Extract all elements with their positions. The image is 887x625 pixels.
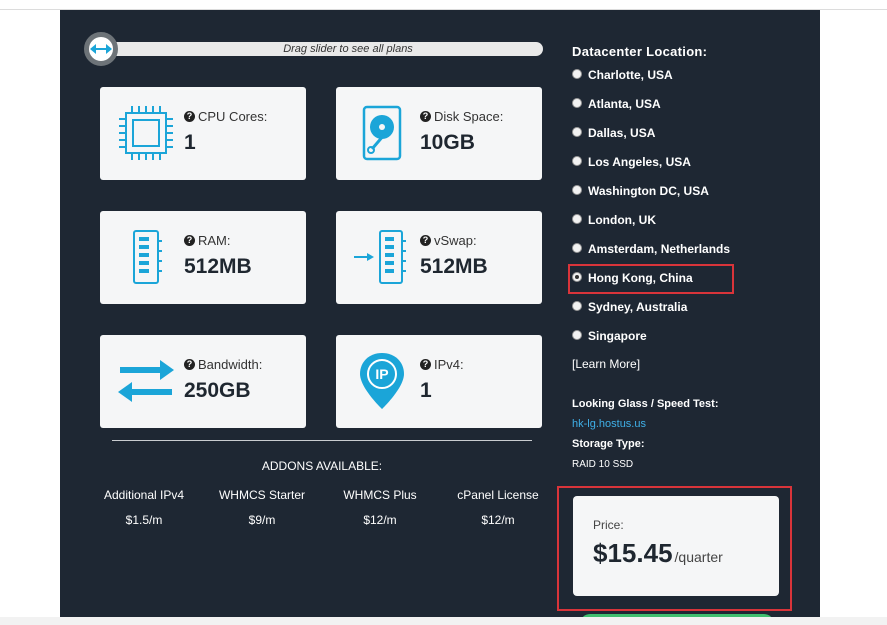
spec-value: 10GB [420,131,475,154]
spec-label: IPv4: [434,357,464,372]
spec-label: Bandwidth: [198,357,263,372]
ram-icon [133,230,162,284]
spec-card-ram: ? RAM: 512MB [100,211,306,304]
slider-handle[interactable] [84,32,118,66]
datacenter-option[interactable]: Singapore [572,329,812,358]
datacenter-option[interactable]: Atlanta, USA [572,97,812,126]
addon-price: $1.5/m [125,513,163,527]
addon-price: $12/m [481,513,515,527]
datacenter-label: Amsterdam, Netherlands [588,242,731,256]
radio-button[interactable] [572,301,582,311]
datacenter-label: Atlanta, USA [588,97,661,111]
help-icon[interactable]: ? [420,359,431,370]
spec-card-bandwidth: ? Bandwidth: 250GB [100,335,306,428]
storage-type-value: RAID 10 SSD [572,459,634,470]
learn-more-link[interactable]: [Learn More] [572,357,640,371]
radio-button[interactable] [572,185,582,195]
addon-price: $9/m [248,513,276,527]
spec-card-ipv4: IP ? IPv4: 1 [336,335,542,428]
looking-glass-label: Looking Glass / Speed Test: [572,398,719,410]
datacenter-option[interactable]: London, UK [572,213,812,242]
looking-glass-link[interactable]: hk-lg.hostus.us [572,418,646,430]
addon-item: WHMCS Starter $9/m [202,488,322,527]
datacenter-title: Datacenter Location: [572,44,708,59]
cpu-icon [119,106,173,160]
radio-button[interactable] [572,156,582,166]
price-period: /quarter [674,549,723,565]
radio-button[interactable] [572,214,582,224]
spec-label: vSwap: [434,233,477,248]
spec-label: RAM: [198,233,231,248]
disk-icon [362,105,402,161]
datacenter-option[interactable]: Sydney, Australia [572,300,812,329]
datacenter-option[interactable]: Dallas, USA [572,126,812,155]
spec-value: 512MB [184,255,252,278]
spec-card-disk: ? Disk Space: 10GB [336,87,542,180]
addon-name: cPanel License [457,488,539,502]
spec-value: 1 [420,379,432,402]
spec-label: CPU Cores: [198,109,268,124]
datacenter-label: Washington DC, USA [588,184,709,198]
plan-panel: Drag slider to see all plans ? CPU Cores:… [60,10,820,617]
spec-value: 250GB [184,379,251,402]
addon-item: Additional IPv4 $1.5/m [84,488,204,527]
help-icon[interactable]: ? [184,359,195,370]
addon-name: Additional IPv4 [103,488,185,502]
datacenter-label: London, UK [588,213,656,227]
selection-highlight [568,264,734,294]
datacenter-label: Los Angeles, USA [588,155,691,169]
spec-value: 512MB [420,255,488,278]
help-icon[interactable]: ? [420,111,431,122]
help-icon[interactable]: ? [184,235,195,246]
radio-button[interactable] [572,243,582,253]
datacenter-option[interactable]: Los Angeles, USA [572,155,812,184]
vswap-icon [354,230,406,284]
datacenter-option[interactable]: Charlotte, USA [572,68,812,97]
addon-name: WHMCS Starter [218,488,305,502]
datacenter-label: Dallas, USA [588,126,656,140]
addon-name: WHMCS Plus [343,488,417,502]
plan-slider-track[interactable]: Drag slider to see all plans [88,42,543,56]
page-footer-strip [0,617,887,625]
slider-hint: Drag slider to see all plans [283,43,413,55]
radio-button[interactable] [572,127,582,137]
spec-card-cpu: ? CPU Cores: 1 [100,87,306,180]
help-icon[interactable]: ? [420,235,431,246]
spec-label: Disk Space: [434,109,504,124]
svg-text:IP: IP [375,366,388,382]
datacenter-list: Charlotte, USA Atlanta, USA Dallas, USA … [572,68,812,358]
radio-button[interactable] [572,98,582,108]
addon-price: $12/m [363,513,397,527]
ip-pin-icon: IP [360,353,404,409]
radio-button[interactable] [572,69,582,79]
bandwidth-icon [118,360,174,402]
addon-item: cPanel License $12/m [438,488,558,527]
datacenter-label: Singapore [588,329,647,343]
addons-divider [112,440,532,441]
help-icon[interactable]: ? [184,111,195,122]
price-amount: $15.45 [593,538,673,568]
spec-value: 1 [184,131,196,154]
datacenter-label: Sydney, Australia [588,300,688,314]
storage-type-label: Storage Type: [572,438,645,450]
addon-item: WHMCS Plus $12/m [320,488,440,527]
price-card: Price: $15.45/quarter [573,496,779,596]
spec-card-vswap: ? vSwap: 512MB [336,211,542,304]
addons-title: ADDONS AVAILABLE: [261,459,383,473]
arrows-horizontal-icon [90,44,112,54]
datacenter-option[interactable]: Washington DC, USA [572,184,812,213]
datacenter-label: Charlotte, USA [588,68,673,82]
price-label: Price: [593,518,624,532]
radio-button[interactable] [572,330,582,340]
